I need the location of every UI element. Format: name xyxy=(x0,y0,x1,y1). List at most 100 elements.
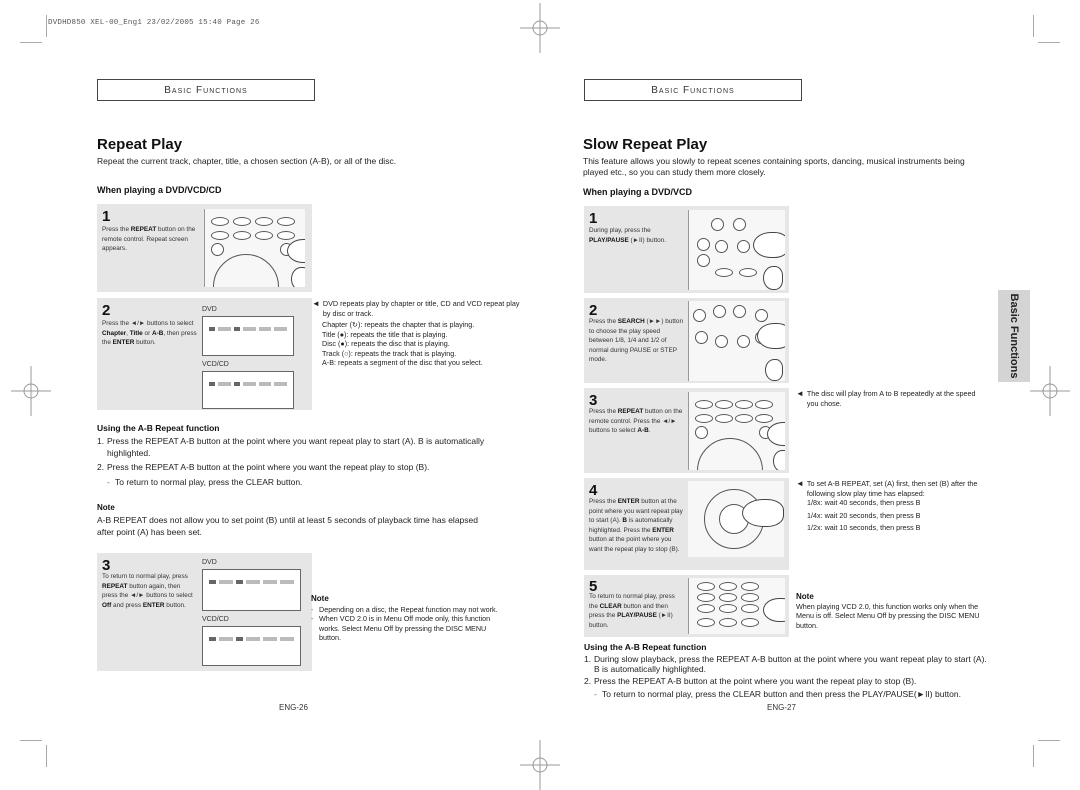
crop-mark xyxy=(1038,740,1060,741)
remote-illustration xyxy=(688,301,785,381)
step-4-note: ◄ To set A-B REPEAT, set (A) first, then … xyxy=(796,479,986,533)
osd-screen-dvd xyxy=(202,316,294,356)
page-number-right: ENG-27 xyxy=(767,703,796,712)
screen-label-vcd-cd: VCD/CD xyxy=(202,616,229,623)
note-left: Note A-B REPEAT does not allow you to se… xyxy=(97,503,497,538)
step-3-note-text: The disc will play from A to B repeatedl… xyxy=(806,389,976,408)
screen-label-vcd-cd: VCD/CD xyxy=(202,361,229,368)
repeat-mode-track: Track (○): repeats the track that is pla… xyxy=(322,348,457,358)
crop-mark xyxy=(1038,42,1060,43)
ab-repeat-section-left: Using the A-B Repeat function 1. Press th… xyxy=(97,423,527,488)
pointer-arrow-icon: ◄ xyxy=(796,479,804,488)
note-title: Note xyxy=(311,594,329,603)
screen-label-dvd: DVD xyxy=(202,559,217,566)
step-number: 3 xyxy=(102,557,111,574)
print-slug: DVDHD850 XEL-00_Eng1 23/02/2005 15:40 Pa… xyxy=(48,19,260,27)
pointer-arrow-icon: ◄ xyxy=(312,299,320,308)
crop-mark xyxy=(46,15,47,37)
step-text: Press the REPEAT button on the remote co… xyxy=(102,226,196,252)
section-header-left: Basic Functions xyxy=(97,79,315,101)
crop-mark xyxy=(1033,15,1034,37)
wait-time-item: 1/4x: wait 20 seconds, then press B xyxy=(807,510,921,520)
step-2-left: 2 Press the ◄/► buttons to select Chapte… xyxy=(97,298,312,410)
step-3-right: 3 Press the REPEAT button on the remote … xyxy=(584,388,789,473)
page-title-left: Repeat Play xyxy=(97,136,183,153)
remote-illustration xyxy=(688,392,785,470)
step-number: 4 xyxy=(589,482,598,499)
osd-screen-dvd xyxy=(202,569,301,611)
step-3-note: ◄ The disc will play from A to B repeated… xyxy=(796,389,986,408)
screen-label-dvd: DVD xyxy=(202,306,217,313)
step-number: 2 xyxy=(102,302,111,319)
ab-repeat-section-right: Using the A-B Repeat function 1. During s… xyxy=(584,642,994,700)
repeat-mode-ab: A-B: repeats a segment of the disc that … xyxy=(322,358,483,367)
registration-mark-icon xyxy=(11,366,51,416)
registration-mark-icon xyxy=(1030,366,1070,416)
note-right: Note When playing VCD 2.0, this function… xyxy=(796,592,986,630)
note-item: When VCD 2.0 is in Menu Off mode only, t… xyxy=(311,614,501,643)
page-title-right: Slow Repeat Play xyxy=(583,136,708,153)
ab-repeat-sub: To return to normal play, press the CLEA… xyxy=(594,689,994,701)
ab-repeat-heading: Using the A-B Repeat function xyxy=(584,642,707,652)
remote-illustration xyxy=(204,209,305,287)
step-number: 1 xyxy=(102,208,111,225)
crop-mark xyxy=(20,740,42,741)
note-title: Note xyxy=(97,503,115,512)
step-number: 2 xyxy=(589,302,598,319)
ab-repeat-sub: To return to normal play, press the CLEA… xyxy=(107,477,527,489)
repeat-mode-title: Title (●): repeats the title that is pla… xyxy=(322,329,448,339)
subhead-right: When playing a DVD/VCD xyxy=(583,187,693,197)
step-text: To return to normal play, press the CLEA… xyxy=(589,593,675,629)
step-text: Press the REPEAT button on the remote co… xyxy=(589,408,683,434)
step-5-right: 5 To return to normal play, press the CL… xyxy=(584,575,789,637)
step-2-notes: ◄ DVD repeats play by chapter or title, C… xyxy=(312,299,524,368)
crop-mark xyxy=(1033,745,1034,767)
step-text: During play, press the PLAY/PAUSE (►II) … xyxy=(589,227,667,244)
ab-repeat-item: 1. During slow playback, press the REPEAT… xyxy=(584,654,987,674)
ab-repeat-item: 1. Press the REPEAT A-B button at the poi… xyxy=(97,436,485,458)
clear-button-highlight xyxy=(741,604,759,613)
remote-illustration xyxy=(688,481,784,557)
remote-illustration xyxy=(688,578,785,634)
ab-repeat-heading: Using the A-B Repeat function xyxy=(97,423,220,433)
note-title: Note xyxy=(796,592,814,601)
ab-repeat-item: 2. Press the REPEAT A-B button at the poi… xyxy=(584,676,917,686)
remote-illustration xyxy=(688,210,785,290)
play-pause-button-highlight xyxy=(737,240,750,253)
intro-text-right: This feature allows you slowly to repeat… xyxy=(583,156,965,177)
step-text: Press the ◄/► buttons to select Chapter,… xyxy=(102,320,197,346)
note-text: When playing VCD 2.0, this function work… xyxy=(796,601,980,630)
ab-repeat-item: 2. Press the REPEAT A-B button at the poi… xyxy=(97,462,430,472)
osd-screen-vcd-cd xyxy=(202,371,294,409)
osd-screen-vcd-cd xyxy=(202,626,301,666)
step-number: 3 xyxy=(589,392,598,409)
repeat-mode-chapter: Chapter (↻): repeats the chapter that is… xyxy=(322,320,475,329)
note-2-left: Note Depending on a disc, the Repeat fun… xyxy=(311,594,501,643)
section-header-label: Basic Functions xyxy=(651,84,735,96)
step-text: To return to normal play, press REPEAT b… xyxy=(102,573,193,609)
side-tab-basic-functions: Basic Functions xyxy=(998,290,1030,382)
side-tab-label: Basic Functions xyxy=(1008,293,1020,379)
notes-lead: DVD repeats play by chapter or title, CD… xyxy=(322,299,520,318)
section-header-label: Basic Functions xyxy=(164,84,248,96)
intro-text-left: Repeat the current track, chapter, title… xyxy=(97,156,397,166)
step-text: Press the SEARCH (►►) button to choose t… xyxy=(589,318,684,363)
page-number-left: ENG-26 xyxy=(279,703,308,712)
step-1-left: 1 Press the REPEAT button on the remote … xyxy=(97,204,312,292)
step-3-left: 3 To return to normal play, press REPEAT… xyxy=(97,553,312,671)
pointer-arrow-icon: ◄ xyxy=(796,389,804,398)
section-header-right: Basic Functions xyxy=(584,79,802,101)
subhead-left: When playing a DVD/VCD/CD xyxy=(97,185,222,195)
step-4-note-lead: To set A-B REPEAT, set (A) first, then s… xyxy=(806,479,978,498)
wait-time-item: 1/2x: wait 10 seconds, then press B xyxy=(807,523,921,532)
step-2-right: 2 Press the SEARCH (►►) button to choose… xyxy=(584,298,789,383)
step-1-right: 1 During play, press the PLAY/PAUSE (►II… xyxy=(584,206,789,293)
note-text: A-B REPEAT does not allow you to set poi… xyxy=(97,515,478,537)
wait-time-item: 1/8x: wait 40 seconds, then press B xyxy=(807,498,921,507)
step-text: Press the ENTER button at the point wher… xyxy=(589,498,683,553)
step-number: 1 xyxy=(589,210,598,227)
note-item: Depending on a disc, the Repeat function… xyxy=(311,605,501,615)
crop-mark xyxy=(46,745,47,767)
repeat-mode-disc: Disc (●): repeats the disc that is playi… xyxy=(322,339,450,348)
crop-mark xyxy=(20,42,42,43)
